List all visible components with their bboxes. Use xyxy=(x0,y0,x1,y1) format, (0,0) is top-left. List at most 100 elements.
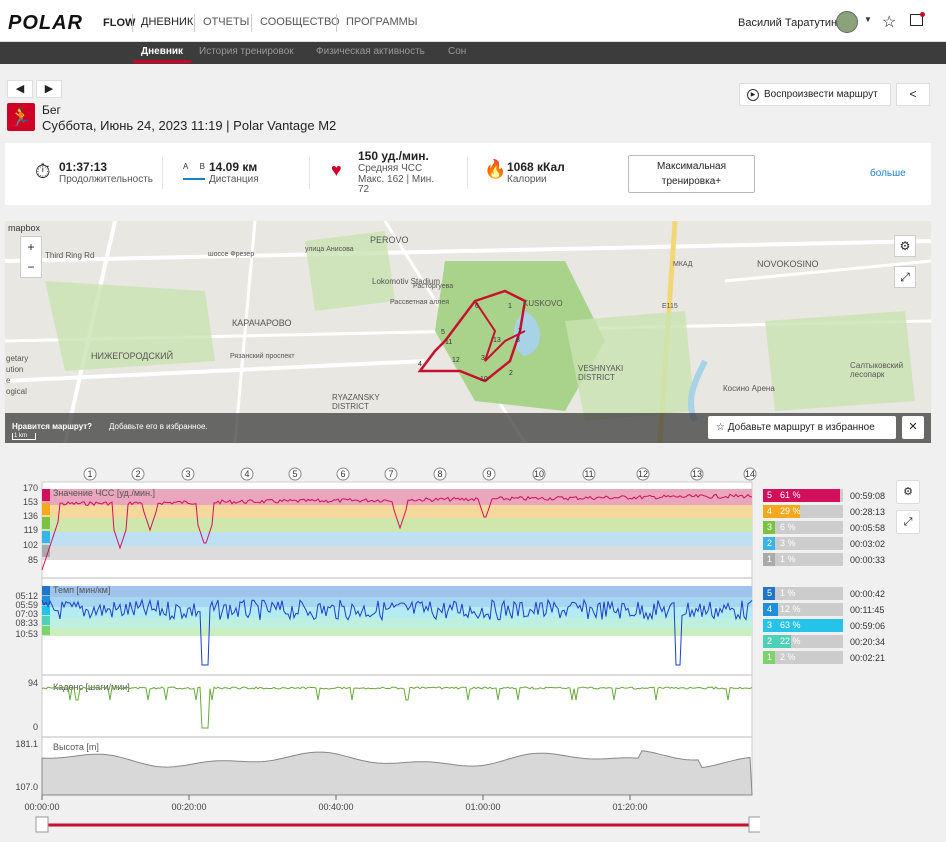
pace-zone-track xyxy=(763,587,843,600)
route-marker: 7 xyxy=(518,328,522,335)
polar-logo[interactable]: POLAR xyxy=(8,12,83,35)
pace-zone-percent: 1 % xyxy=(780,588,796,598)
nav-reports[interactable]: ОТЧЕТЫ xyxy=(203,16,249,28)
star-icon[interactable]: ☆ xyxy=(882,12,896,32)
pace-zone-percent: 63 % xyxy=(780,620,801,630)
prev-session-button[interactable]: ◀ xyxy=(7,80,33,98)
map-label: шоссе Фрезер xyxy=(208,251,255,258)
map-canvas xyxy=(5,221,931,443)
route-marker: 4 xyxy=(418,361,422,368)
divider xyxy=(309,157,310,189)
divider xyxy=(336,14,337,32)
pace-zone-strip xyxy=(42,586,50,595)
x-tick-label: 00:00:00 xyxy=(24,802,59,812)
altitude-chart-label: Высота [m] xyxy=(53,742,99,752)
close-icon[interactable]: ✕ xyxy=(902,416,924,439)
add-favorite-route-button[interactable]: ☆ Добавьте маршрут в избранное xyxy=(708,416,896,439)
zoom-in-button[interactable]: + xyxy=(21,237,41,257)
hr-tick: 136 xyxy=(23,511,38,521)
pace-zone-time: 00:02:21 xyxy=(850,653,886,663)
map-label: Third Ring Rd xyxy=(45,251,95,260)
x-tick-label: 01:00:00 xyxy=(465,802,500,812)
map-label: NOVOKOSINO xyxy=(757,259,819,269)
next-session-button[interactable]: ▶ xyxy=(36,80,62,98)
duration-label: Продолжительность xyxy=(59,174,153,185)
avatar[interactable] xyxy=(836,11,858,33)
expand-icon[interactable]: ⤢ xyxy=(896,510,920,534)
map-label: RYAZANSKY DISTRICT xyxy=(332,393,380,411)
map-label: МКАД xyxy=(673,261,693,268)
gear-icon[interactable]: ⚙ xyxy=(894,235,916,257)
pace-zone-band xyxy=(42,607,752,618)
nav-diary[interactable]: ДНЕВНИК xyxy=(141,16,193,28)
map-label: Салтыковский лесопарк xyxy=(850,361,904,379)
hr-chart-label: Значение ЧСС [уд./мин.] xyxy=(53,488,155,498)
pace-zone-track xyxy=(763,651,843,664)
subnav-diary[interactable]: Дневник xyxy=(141,46,183,57)
altitude-tick: 107.0 xyxy=(15,782,38,792)
expand-icon[interactable]: ⤢ xyxy=(894,266,916,288)
route-map[interactable]: mapbox + − PEROVO NOVOKOSINO KUSKOVO КАР… xyxy=(5,221,931,443)
distance-icon-a: A xyxy=(183,162,189,171)
x-tick-label: 00:20:00 xyxy=(171,802,206,812)
lap-marker-label: 8 xyxy=(437,469,442,479)
nav-programs[interactable]: ПРОГРАММЫ xyxy=(346,16,418,28)
play-route-button[interactable]: ▶ Воспроизвести маршрут xyxy=(739,83,891,106)
route-marker: 10 xyxy=(480,376,488,383)
map-scale: 1 km xyxy=(12,433,36,440)
hr-zone-time: 00:28:13 xyxy=(850,507,886,517)
nav-community[interactable]: СООБЩЕСТВО xyxy=(260,16,340,28)
divider xyxy=(194,14,195,32)
altitude-tick: 181.1 xyxy=(15,739,38,749)
hr-zone-percent: 6 % xyxy=(780,522,796,532)
pace-zone-strip xyxy=(42,626,50,635)
notifications-icon[interactable] xyxy=(910,12,925,26)
lap-marker-label: 7 xyxy=(388,469,393,479)
pace-zone-band xyxy=(42,586,752,597)
zoom-out-button[interactable]: − xyxy=(21,257,41,277)
route-marker: 2 xyxy=(509,370,513,377)
map-edge-label: ution xyxy=(6,365,24,374)
map-label: KUSKOVO xyxy=(523,299,563,308)
lap-marker-label: 3 xyxy=(185,469,190,479)
star-icon: ☆ xyxy=(716,422,728,433)
route-marker: 3 xyxy=(481,355,485,362)
share-icon[interactable]: < xyxy=(896,83,930,106)
hr-zone-bar: 1 xyxy=(763,553,775,566)
training-benefit-button[interactable]: Максимальная тренировка+ xyxy=(628,155,755,193)
hr-zone-bar: 3 xyxy=(763,521,775,534)
pace-tick: 08:33 xyxy=(15,618,38,628)
gear-icon[interactable]: ⚙ xyxy=(896,480,920,504)
route-marker: 5 xyxy=(441,329,445,336)
play-icon: ▶ xyxy=(747,89,759,101)
range-slider-start-handle xyxy=(35,816,49,833)
calories-value: 1068 кКал xyxy=(507,160,565,174)
hr-zone-bar: 2 xyxy=(763,537,775,550)
pace-chart-label: Темп [мин/км] xyxy=(53,585,110,595)
route-marker: 1 xyxy=(508,303,512,310)
hr-zone-time: 00:05:58 xyxy=(850,523,886,533)
route-marker: 13 xyxy=(493,337,501,344)
hr-zone-track xyxy=(763,521,843,534)
hr-zone-band xyxy=(42,546,752,560)
pace-zone-bar: 3 xyxy=(763,619,843,632)
banner-text: Добавьте его в избранное. xyxy=(109,422,208,431)
subnav-history[interactable]: История тренировок xyxy=(199,46,294,57)
hr-zone-strip xyxy=(42,489,50,501)
map-edge-labels: getary ution e ogical xyxy=(6,353,28,397)
hr-max-min: Макс. 162 | Мин. xyxy=(358,174,435,185)
subnav-activity[interactable]: Физическая активность xyxy=(316,46,425,57)
x-tick-label: 01:20:00 xyxy=(612,802,647,812)
user-name[interactable]: Василий Таратутин xyxy=(738,17,837,29)
hr-tick: 119 xyxy=(24,525,38,535)
lap-marker-label: 6 xyxy=(340,469,345,479)
hr-zone-bar: 5 xyxy=(763,489,840,502)
hr-zone-track xyxy=(763,537,843,550)
lap-marker-label: 4 xyxy=(244,469,249,479)
brand-logo-text: POLAR xyxy=(8,12,83,34)
pace-zone-band xyxy=(42,628,752,636)
more-link[interactable]: больше xyxy=(870,168,906,179)
zoom-controls: + − xyxy=(20,236,42,278)
chevron-down-icon[interactable]: ▼ xyxy=(864,15,872,24)
subnav-sleep[interactable]: Сон xyxy=(448,46,466,57)
